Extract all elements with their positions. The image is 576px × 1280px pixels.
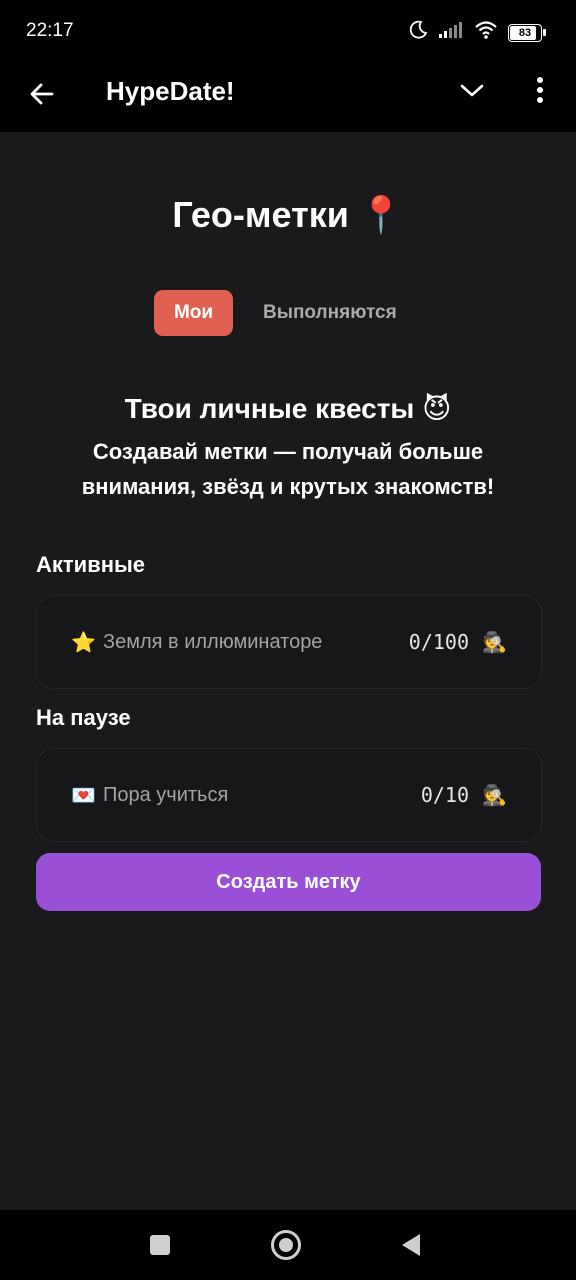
promo-title: Твои личные квесты 😈 bbox=[124, 393, 452, 424]
status-time: 22:17 bbox=[26, 20, 74, 41]
quest-count: 0/100 bbox=[408, 630, 469, 654]
back-button[interactable] bbox=[22, 76, 62, 116]
system-nav-bar bbox=[0, 1210, 576, 1280]
section-label-active: Активные bbox=[36, 552, 146, 577]
tab-mine[interactable]: Мои bbox=[154, 290, 233, 336]
more-vert-icon bbox=[535, 76, 545, 109]
battery-icon: 83 bbox=[508, 23, 546, 42]
promo-text: Создавай метки — получай больше внимания… bbox=[81, 439, 495, 499]
quest-emoji: 💌 bbox=[71, 784, 96, 807]
quest-name: Земля в иллюминаторе bbox=[103, 630, 323, 653]
chevron-down-icon bbox=[458, 76, 486, 109]
tabs: Мои Выполняются bbox=[154, 290, 397, 336]
back-arrow-icon bbox=[28, 80, 56, 113]
more-options-button[interactable] bbox=[520, 72, 560, 112]
battery-level: 83 bbox=[518, 26, 532, 39]
wifi-icon bbox=[474, 20, 498, 45]
status-bar: 22:17 83 bbox=[0, 0, 576, 64]
quest-card[interactable]: 💌 Пора учиться 0/10 🕵️ bbox=[36, 748, 542, 842]
dropdown-button[interactable] bbox=[452, 72, 492, 112]
detective-icon: 🕵️ bbox=[482, 784, 507, 807]
quest-count: 0/10 bbox=[420, 783, 469, 807]
create-marker-button[interactable]: Создать метку bbox=[36, 853, 541, 911]
quest-emoji: ⭐ bbox=[71, 631, 96, 654]
moon-icon bbox=[408, 20, 428, 45]
signal-icon bbox=[438, 21, 464, 44]
quest-name: Пора учиться bbox=[103, 783, 229, 806]
page-title: Гео-метки 📍 bbox=[172, 194, 404, 235]
section-label-paused: На паузе bbox=[36, 705, 131, 730]
detective-icon: 🕵️ bbox=[482, 631, 507, 654]
home-icon[interactable] bbox=[271, 1230, 301, 1260]
recent-apps-icon[interactable] bbox=[150, 1235, 170, 1255]
app-title: HypeDate! bbox=[106, 76, 235, 106]
tab-in-progress[interactable]: Выполняются bbox=[263, 302, 397, 324]
back-triangle-icon[interactable] bbox=[400, 1233, 422, 1262]
status-icons: 83 bbox=[408, 20, 546, 45]
app-bar: HypeDate! bbox=[0, 64, 576, 132]
main-content: Гео-метки 📍 Мои Выполняются Твои личные … bbox=[0, 132, 576, 1210]
quest-card[interactable]: ⭐ Земля в иллюминаторе 0/100 🕵️ bbox=[36, 595, 542, 689]
